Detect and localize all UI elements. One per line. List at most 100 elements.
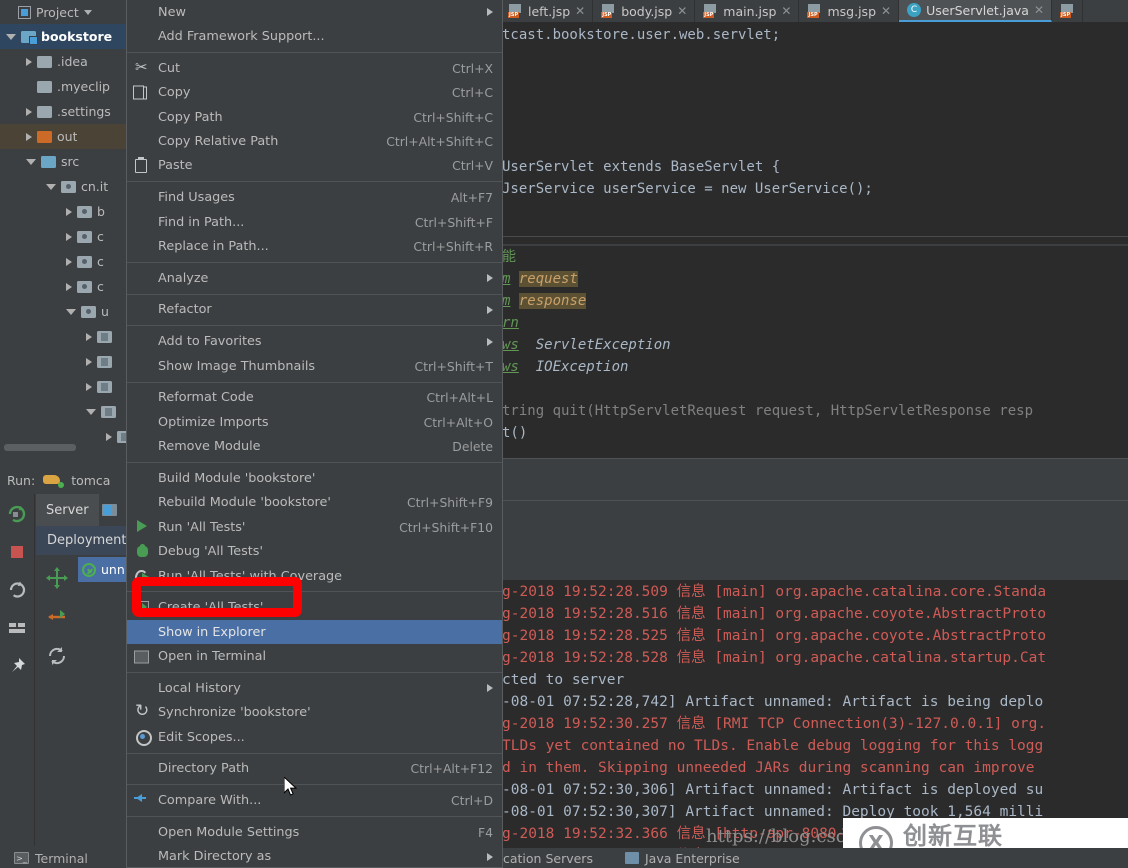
menu-item[interactable]: Open in Terminal — [127, 644, 502, 668]
menu-item[interactable]: Add to Favorites — [127, 330, 502, 354]
tab-server[interactable]: Server — [36, 494, 99, 526]
tree-node[interactable]: bookstore — [0, 24, 129, 49]
tree-node[interactable]: c — [0, 249, 129, 274]
menu-item[interactable]: Run 'All Tests' with Coverage — [127, 564, 502, 588]
tree-node[interactable]: u — [0, 299, 129, 324]
menu-item[interactable]: Find in Path... Ctrl+Shift+F — [127, 210, 502, 234]
caret-right-icon[interactable] — [26, 132, 32, 141]
caret-down-icon[interactable] — [6, 33, 16, 40]
menu-item[interactable]: Analyze — [127, 266, 502, 290]
pin-icon[interactable] — [6, 655, 28, 677]
run-config-name[interactable]: tomca — [71, 473, 110, 488]
chevron-down-icon[interactable] — [83, 9, 92, 15]
caret-right-icon[interactable] — [106, 432, 112, 441]
layout-icon[interactable] — [6, 617, 28, 639]
menu-item[interactable]: Refactor — [127, 298, 502, 322]
javadoc-block[interactable]: 能 m request m response rn ws ServletExce… — [500, 246, 1128, 458]
rerun-icon[interactable] — [6, 503, 28, 525]
close-icon[interactable]: ✕ — [677, 4, 687, 18]
context-menu[interactable]: New Add Framework Support... Cut Ctrl+X Copy… — [126, 0, 503, 868]
menu-item[interactable]: Add Framework Support... — [127, 24, 502, 48]
editor-tab-overflow[interactable] — [1052, 0, 1084, 22]
menu-item[interactable]: Debug 'All Tests' — [127, 539, 502, 563]
tree-node[interactable]: c — [0, 274, 129, 299]
project-tree-hscrollbar[interactable] — [4, 444, 124, 451]
menu-item[interactable]: Synchronize 'bookstore' — [127, 701, 502, 725]
stop-icon[interactable] — [6, 541, 28, 563]
menu-item[interactable]: Copy Path Ctrl+Shift+C — [127, 105, 502, 129]
menu-item[interactable]: Directory Path Ctrl+Alt+F12 — [127, 757, 502, 781]
menu-item[interactable]: Optimize Imports Ctrl+Alt+O — [127, 410, 502, 434]
run-window-tabs[interactable]: Server — [36, 494, 135, 526]
tree-node[interactable]: c — [0, 224, 129, 249]
menu-item[interactable]: Edit Scopes... — [127, 725, 502, 749]
menu-item[interactable]: Run 'All Tests' Ctrl+Shift+F10 — [127, 515, 502, 539]
redeploy-icon[interactable] — [46, 606, 68, 628]
caret-right-icon[interactable] — [86, 357, 92, 366]
tree-node[interactable]: b — [0, 199, 129, 224]
caret-right-icon[interactable] — [66, 232, 72, 241]
menu-item[interactable]: Remove Module Delete — [127, 435, 502, 459]
menu-item[interactable]: Compare With... Ctrl+D — [127, 788, 502, 812]
caret-right-icon[interactable] — [66, 282, 72, 291]
caret-right-icon[interactable] — [26, 57, 32, 66]
menu-item[interactable]: Paste Ctrl+V — [127, 154, 502, 178]
tree-node[interactable] — [0, 349, 129, 374]
menu-item[interactable]: Copy Ctrl+C — [127, 81, 502, 105]
tree-node[interactable]: out — [0, 124, 129, 149]
project-panel-header[interactable]: Project — [0, 0, 129, 24]
tree-node[interactable]: cn.it — [0, 174, 129, 199]
tree-node[interactable]: .settings — [0, 99, 129, 124]
menu-item[interactable]: Reformat Code Ctrl+Alt+L — [127, 386, 502, 410]
restart-icon[interactable] — [6, 579, 28, 601]
code-editor[interactable]: tcast.bookstore.user.web.servlet; UserSe… — [500, 22, 1128, 244]
editor-tab[interactable]: left.jsp ✕ — [500, 0, 594, 22]
caret-right-icon[interactable] — [86, 332, 92, 341]
tree-node[interactable] — [0, 374, 129, 399]
update-icon[interactable] — [46, 645, 68, 667]
menu-item[interactable]: Find Usages Alt+F7 — [127, 185, 502, 209]
caret-right-icon[interactable] — [66, 207, 72, 216]
tree-node[interactable] — [0, 399, 129, 424]
close-icon[interactable]: ✕ — [781, 4, 791, 18]
menu-item[interactable]: Create 'All Tests'... — [127, 596, 502, 620]
menu-item[interactable]: Mark Directory as — [127, 845, 502, 868]
deploy-all-icon[interactable] — [45, 567, 68, 589]
menu-item[interactable]: Rebuild Module 'bookstore' Ctrl+Shift+F9 — [127, 491, 502, 515]
menu-item[interactable]: Show Image Thumbnails Ctrl+Shift+T — [127, 354, 502, 378]
caret-right-icon[interactable] — [86, 382, 92, 391]
menu-item[interactable]: Show in Explorer — [127, 619, 502, 645]
status-app-servers[interactable]: cation Servers — [503, 848, 593, 868]
console-view-icon[interactable] — [99, 494, 121, 526]
menu-item[interactable]: Build Module 'bookstore' — [127, 466, 502, 490]
tree-node[interactable] — [0, 324, 129, 349]
editor-tab[interactable]: C UserServlet.java ✕ — [899, 0, 1053, 22]
menu-item[interactable]: Cut Ctrl+X — [127, 56, 502, 80]
editor-tabbar[interactable]: left.jsp ✕ body.jsp ✕ main.jsp ✕ msg.jsp ✕ C User… — [500, 0, 1128, 22]
close-icon[interactable]: ✕ — [575, 4, 585, 18]
close-icon[interactable]: ✕ — [1034, 3, 1044, 17]
menu-item[interactable]: Open Module Settings F4 — [127, 820, 502, 844]
caret-down-icon[interactable] — [46, 183, 56, 190]
menu-item[interactable]: Replace in Path... Ctrl+Shift+R — [127, 234, 502, 258]
deployment-node[interactable]: Deployment — [36, 526, 135, 555]
caret-down-icon[interactable] — [86, 408, 96, 415]
console-output[interactable]: g-2018 19:52:28.509 信息 [main] org.apache… — [500, 580, 1128, 848]
caret-right-icon[interactable] — [26, 107, 32, 116]
status-java-enterprise[interactable]: Java Enterprise — [625, 848, 740, 868]
menu-item[interactable]: New — [127, 0, 502, 24]
menu-item[interactable]: Local History — [127, 676, 502, 700]
tree-node[interactable]: .myeclip — [0, 74, 129, 99]
editor-tab[interactable]: body.jsp ✕ — [593, 0, 696, 22]
tree-node[interactable]: src — [0, 149, 129, 174]
caret-down-icon[interactable] — [66, 308, 76, 315]
caret-right-icon[interactable] — [66, 257, 72, 266]
caret-down-icon[interactable] — [26, 158, 36, 165]
menu-item[interactable]: Copy Relative Path Ctrl+Alt+Shift+C — [127, 129, 502, 153]
project-tree[interactable]: bookstore .idea .myeclip .settings out src cn.… — [0, 24, 129, 449]
editor-tab[interactable]: msg.jsp ✕ — [799, 0, 900, 22]
editor-tab[interactable]: main.jsp ✕ — [695, 0, 800, 22]
close-icon[interactable]: ✕ — [881, 4, 891, 18]
tree-node[interactable]: .idea — [0, 49, 129, 74]
status-terminal[interactable]: >_ Terminal — [14, 848, 88, 868]
